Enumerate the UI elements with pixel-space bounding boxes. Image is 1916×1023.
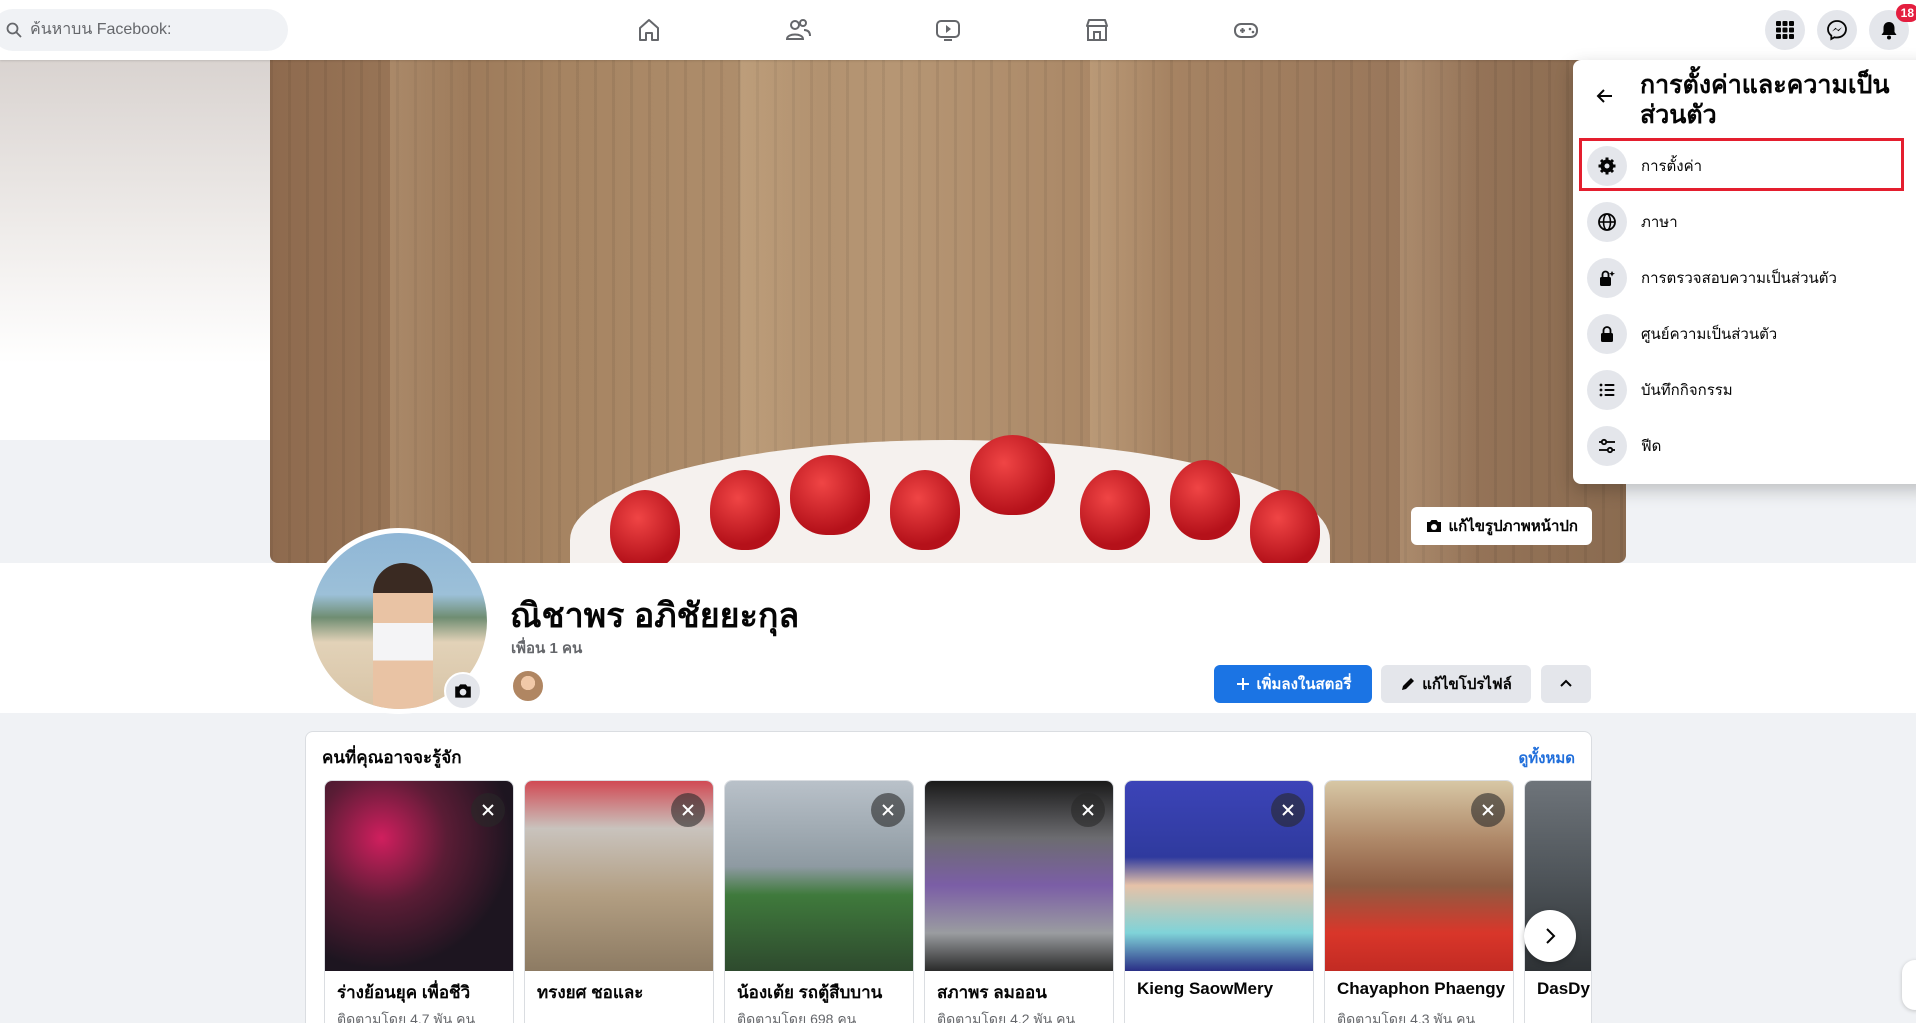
- person-name[interactable]: สภาพร ลมออน: [937, 979, 1047, 1006]
- arrow-left-icon: [1596, 89, 1612, 103]
- notifications-button[interactable]: 18: [1869, 4, 1916, 50]
- watch-icon: [936, 20, 960, 41]
- dismiss-button[interactable]: [1071, 793, 1105, 827]
- nav-friends[interactable]: [778, 10, 818, 50]
- page-background: [0, 60, 270, 440]
- menu-item-language[interactable]: ภาษา: [1583, 196, 1916, 248]
- menu-item-privacy-center[interactable]: ศูนย์ความเป็นส่วนตัว: [1583, 308, 1916, 360]
- close-icon: [482, 804, 494, 816]
- nav-watch[interactable]: [928, 10, 968, 50]
- person-name[interactable]: ร่างย้อนยุค เพื่อชีวิ: [337, 979, 470, 1006]
- menu-item-label: บันทึกกิจกรรม: [1641, 382, 1733, 399]
- menu-item-label: ฟีด: [1641, 438, 1662, 455]
- close-icon: [1482, 804, 1494, 816]
- collapse-button[interactable]: [1541, 665, 1591, 703]
- menu-item-activity-log[interactable]: บันทึกกิจกรรม: [1583, 364, 1916, 416]
- nav-gaming[interactable]: [1226, 10, 1266, 50]
- add-to-story-button[interactable]: เพิ่มลงในสตอรี่: [1214, 665, 1372, 703]
- gear-icon: [1598, 157, 1616, 175]
- globe-icon: [1598, 213, 1616, 231]
- dismiss-button[interactable]: [1471, 793, 1505, 827]
- person-card[interactable]: สภาพร ลมออน ติดตามโดย 4.2 พัน คน: [924, 780, 1114, 1023]
- person-followers: ติดตามโดย 4.3 พัน คน: [1337, 1011, 1476, 1023]
- profile-header: [0, 563, 1916, 713]
- person-card[interactable]: DasDy: [1524, 780, 1591, 1023]
- pymk-title: คนที่คุณอาจจะรู้จัก: [322, 748, 462, 767]
- see-all-link[interactable]: ดูทั้งหมด: [1519, 746, 1575, 770]
- person-name[interactable]: น้องเต้ย รถตู้สืบบาน: [737, 979, 882, 1006]
- close-icon: [882, 804, 894, 816]
- menu-item-feed[interactable]: ฟีด: [1583, 420, 1916, 472]
- person-name[interactable]: Kieng SaowMery: [1137, 979, 1273, 999]
- add-to-story-label: เพิ่มลงในสตอรี่: [1256, 676, 1352, 693]
- lock-icon: [1601, 326, 1613, 342]
- dismiss-button[interactable]: [471, 793, 505, 827]
- cover-photo[interactable]: แก้ไขรูปภาพหน้าปก: [270, 60, 1626, 563]
- person-card[interactable]: Kieng SaowMery: [1124, 780, 1314, 1023]
- next-button[interactable]: [1524, 910, 1576, 962]
- person-followers: ติดตามโดย 4.7 พัน คน: [337, 1011, 476, 1023]
- lock-check-icon: [1600, 270, 1615, 286]
- camera-icon: [1426, 520, 1441, 532]
- person-followers: ติดตามโดย 4.2 พัน คน: [937, 1011, 1076, 1023]
- person-name[interactable]: Chayaphon Phaengy: [1337, 979, 1505, 999]
- profile-name: ณิชาพร อภิชัยยะกุล: [510, 597, 800, 635]
- grid-menu-icon: [1776, 21, 1794, 39]
- marketplace-icon: [1086, 19, 1108, 41]
- menu-item-label: การตั้งค่า: [1641, 158, 1703, 175]
- menu-title: การตั้งค่าและความเป็นส่วนตัว: [1640, 71, 1890, 129]
- plus-icon: [1236, 678, 1249, 690]
- menu-item-label: ศูนย์ความเป็นส่วนตัว: [1641, 326, 1778, 343]
- update-avatar-button[interactable]: [444, 672, 482, 710]
- menu-button[interactable]: [1765, 10, 1805, 50]
- notifications-badge: 18: [1895, 4, 1916, 22]
- chevron-right-icon: [1546, 928, 1556, 944]
- person-name[interactable]: ทรงยศ ชอและ: [537, 979, 643, 1006]
- edit-profile-button[interactable]: แก้ไขโปรไฟล์: [1381, 665, 1531, 703]
- back-button[interactable]: [1587, 78, 1623, 114]
- settings-privacy-menu: การตั้งค่าและความเป็นส่วนตัว การตั้งค่า …: [1573, 60, 1916, 484]
- menu-item-settings[interactable]: การตั้งค่า: [1583, 140, 1916, 192]
- close-icon: [682, 804, 694, 816]
- nav-marketplace[interactable]: [1077, 10, 1117, 50]
- person-card[interactable]: Chayaphon Phaengy ติดตามโดย 4.3 พัน คน: [1324, 780, 1514, 1023]
- person-card[interactable]: น้องเต้ย รถตู้สืบบาน ติดตามโดย 698 คน: [724, 780, 914, 1023]
- dismiss-button[interactable]: [871, 793, 905, 827]
- close-icon: [1082, 804, 1094, 816]
- friends-icon: [785, 19, 811, 40]
- edit-cover-label: แก้ไขรูปภาพหน้าปก: [1448, 518, 1579, 535]
- edit-cover-button[interactable]: แก้ไขรูปภาพหน้าปก: [1410, 507, 1592, 545]
- pencil-icon: [1402, 678, 1415, 690]
- search-box[interactable]: [0, 9, 288, 51]
- person-name[interactable]: DasDy: [1537, 979, 1590, 999]
- close-icon: [1282, 804, 1294, 816]
- list-icon: [1599, 383, 1615, 397]
- dismiss-button[interactable]: [671, 793, 705, 827]
- home-icon: [639, 19, 659, 41]
- search-icon: [6, 22, 22, 38]
- gaming-icon: [1234, 23, 1258, 38]
- messenger-icon: [1827, 20, 1847, 41]
- top-navigation-bar: 18: [0, 0, 1916, 60]
- friend-avatar[interactable]: [511, 669, 545, 703]
- dismiss-button[interactable]: [1271, 793, 1305, 827]
- nav-home[interactable]: [629, 10, 669, 50]
- messenger-button[interactable]: [1817, 10, 1857, 50]
- person-followers: ติดตามโดย 698 คน: [737, 1011, 857, 1023]
- person-card[interactable]: ร่างย้อนยุค เพื่อชีวิ ติดตามโดย 4.7 พัน …: [324, 780, 514, 1023]
- sliders-icon: [1599, 438, 1615, 454]
- menu-item-label: ภาษา: [1641, 214, 1678, 231]
- camera-icon: [455, 684, 471, 698]
- person-card[interactable]: ทรงยศ ชอและ: [524, 780, 714, 1023]
- bell-icon: [1881, 22, 1897, 40]
- search-input[interactable]: [30, 21, 260, 39]
- people-you-may-know: คนที่คุณอาจจะรู้จัก ดูทั้งหมด ร่างย้อนยุ…: [305, 731, 1592, 1023]
- chevron-up-icon: [1560, 679, 1572, 687]
- menu-item-label: การตรวจสอบความเป็นส่วนตัว: [1641, 270, 1837, 287]
- menu-item-privacy-checkup[interactable]: การตรวจสอบความเป็นส่วนตัว: [1583, 252, 1916, 304]
- scroll-handle[interactable]: [1902, 960, 1916, 1010]
- friends-count[interactable]: เพื่อน 1 คน: [511, 636, 582, 660]
- edit-profile-label: แก้ไขโปรไฟล์: [1422, 676, 1512, 693]
